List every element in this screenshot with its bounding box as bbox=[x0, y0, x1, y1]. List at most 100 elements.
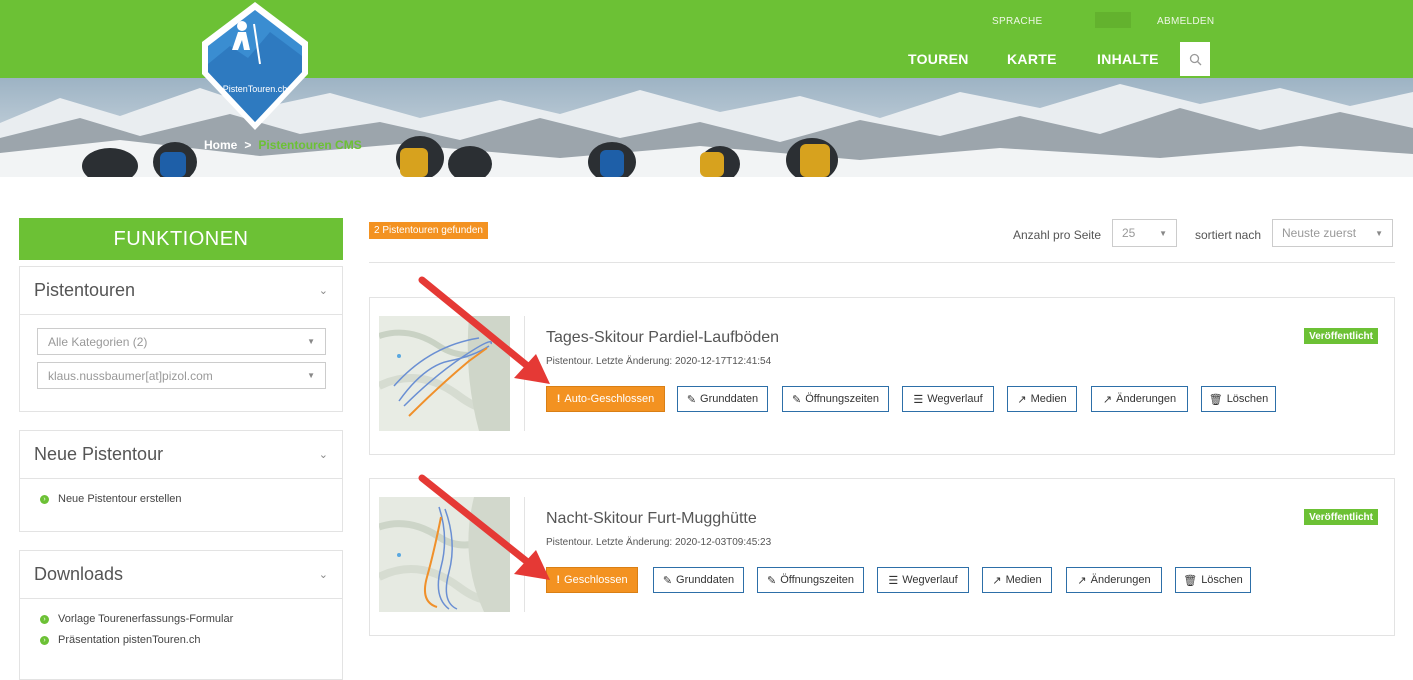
breadcrumb-home[interactable]: Home bbox=[204, 138, 237, 152]
chevron-down-icon: ⌄ bbox=[318, 285, 328, 297]
nav-inhalte[interactable]: INHALTE bbox=[1097, 51, 1159, 67]
annotation-arrow-icon bbox=[418, 276, 550, 384]
sort-select[interactable]: Neuste zuerst ▼ bbox=[1272, 219, 1393, 247]
oeffnungszeiten-button[interactable]: ✎ Öffnungszeiten bbox=[782, 386, 889, 412]
category-select[interactable]: Alle Kategorien (2) ▼ bbox=[37, 328, 326, 355]
external-link-icon: ↗ bbox=[992, 574, 1002, 587]
panel-neue-title: Neue Pistentour bbox=[34, 444, 164, 464]
loeschen-button[interactable]: 🗑 Löschen bbox=[1175, 567, 1251, 593]
pencil-icon: ✎ bbox=[662, 574, 673, 587]
wegverlauf-button[interactable]: ☰ Wegverlauf bbox=[902, 386, 994, 412]
tour-title[interactable]: Nacht-Skitour Furt-Mugghütte bbox=[546, 510, 757, 528]
language-selector[interactable] bbox=[1095, 12, 1131, 28]
pencil-icon: ✎ bbox=[686, 393, 697, 406]
caret-down-icon: ▼ bbox=[307, 371, 315, 380]
sort-label: sortiert nach bbox=[1195, 228, 1262, 242]
status-toggle-button[interactable]: ! Auto-Geschlossen bbox=[546, 386, 665, 412]
tour-meta: Pistentour. Letzte Änderung: 2020-12-03T… bbox=[546, 537, 772, 548]
trash-icon: 🗑 bbox=[1208, 393, 1223, 406]
button-label: Grunddaten bbox=[700, 393, 759, 405]
button-label: Wegverlauf bbox=[902, 574, 958, 586]
tour-meta: Pistentour. Letzte Änderung: 2020-12-17T… bbox=[546, 356, 772, 367]
external-link-icon: ↗ bbox=[1017, 393, 1027, 406]
wegverlauf-button[interactable]: ☰ Wegverlauf bbox=[877, 567, 969, 593]
logout-link[interactable]: ABMELDEN bbox=[1157, 16, 1214, 27]
arrow-circle-icon: › bbox=[40, 494, 49, 504]
button-label: Öffnungszeiten bbox=[780, 574, 854, 586]
chevron-down-icon: ⌄ bbox=[318, 569, 328, 581]
search-icon bbox=[1189, 53, 1201, 65]
link-neue-pistentour[interactable]: › Neue Pistentour erstellen bbox=[40, 493, 182, 505]
panel-pistentouren-title: Pistentouren bbox=[34, 280, 136, 300]
pencil-icon: ✎ bbox=[766, 574, 777, 587]
per-page-value: 25 bbox=[1122, 226, 1136, 240]
button-label: Änderungen bbox=[1116, 393, 1177, 405]
nav-karte[interactable]: KARTE bbox=[1007, 51, 1057, 67]
caret-down-icon: ▼ bbox=[1375, 228, 1383, 238]
pencil-icon: ✎ bbox=[791, 393, 802, 406]
user-select[interactable]: klaus.nussbaumer[at]pizol.com ▼ bbox=[37, 362, 326, 389]
annotation-arrow-icon bbox=[418, 474, 550, 580]
link-praesentation-label: Präsentation pistenTouren.ch bbox=[58, 634, 201, 646]
arrow-circle-icon: › bbox=[40, 614, 49, 624]
external-link-icon: ↗ bbox=[1102, 393, 1113, 406]
caret-down-icon: ▼ bbox=[1159, 228, 1167, 238]
button-label: Auto-Geschlossen bbox=[564, 393, 655, 405]
signpost-icon: ☰ bbox=[888, 574, 899, 587]
loeschen-button[interactable]: 🗑 Löschen bbox=[1201, 386, 1276, 412]
sort-value: Neuste zuerst bbox=[1282, 226, 1357, 240]
breadcrumb-current: Pistentouren CMS bbox=[258, 138, 362, 152]
tour-title[interactable]: Tages-Skitour Pardiel-Laufböden bbox=[546, 329, 779, 347]
divider bbox=[369, 262, 1395, 263]
button-label: Öffnungszeiten bbox=[805, 393, 879, 405]
grunddaten-button[interactable]: ✎ Grunddaten bbox=[653, 567, 744, 593]
status-badge: Veröffentlicht bbox=[1304, 509, 1378, 525]
link-neue-pistentour-label: Neue Pistentour erstellen bbox=[58, 493, 182, 505]
skier-icon bbox=[237, 21, 247, 31]
external-link-icon: ↗ bbox=[1077, 574, 1087, 587]
sidebar-title: FUNKTIONEN bbox=[19, 218, 343, 260]
link-vorlage-label: Vorlage Tourenerfassungs-Formular bbox=[58, 613, 234, 625]
panel-pistentouren-header[interactable]: Pistentouren ⌄ bbox=[20, 267, 342, 315]
button-label: Medien bbox=[1030, 393, 1067, 405]
breadcrumb: Home > Pistentouren CMS bbox=[204, 138, 362, 152]
logo-text: PistenTouren.ch bbox=[223, 84, 288, 94]
chevron-down-icon: ⌄ bbox=[318, 449, 328, 461]
breadcrumb-separator: > bbox=[244, 138, 252, 152]
button-label: Medien bbox=[1005, 574, 1042, 586]
medien-button[interactable]: ↗ Medien bbox=[1007, 386, 1077, 412]
per-page-label: Anzahl pro Seite bbox=[1013, 228, 1102, 242]
language-link[interactable]: SPRACHE bbox=[992, 16, 1042, 27]
results-count-badge: 2 Pistentouren gefunden bbox=[369, 222, 488, 239]
button-label: Grunddaten bbox=[676, 574, 735, 586]
exclamation-icon: ! bbox=[556, 393, 561, 405]
button-label: Geschlossen bbox=[564, 574, 628, 586]
arrow-circle-icon: › bbox=[40, 635, 49, 645]
trash-icon: 🗑 bbox=[1183, 574, 1198, 587]
button-label: Änderungen bbox=[1090, 574, 1151, 586]
panel-downloads-title: Downloads bbox=[34, 564, 124, 584]
signpost-icon: ☰ bbox=[913, 393, 924, 406]
category-select-value: Alle Kategorien (2) bbox=[48, 334, 148, 349]
search-button[interactable] bbox=[1180, 42, 1210, 76]
button-label: Wegverlauf bbox=[927, 393, 983, 405]
aenderungen-button[interactable]: ↗ Änderungen bbox=[1066, 567, 1162, 593]
caret-down-icon: ▼ bbox=[307, 337, 315, 346]
grunddaten-button[interactable]: ✎ Grunddaten bbox=[677, 386, 768, 412]
oeffnungszeiten-button[interactable]: ✎ Öffnungszeiten bbox=[757, 567, 864, 593]
per-page-select[interactable]: 25 ▼ bbox=[1112, 219, 1177, 247]
panel-neue-pistentour: Neue Pistentour ⌄ › Neue Pistentour erst… bbox=[19, 430, 343, 532]
panel-neue-header[interactable]: Neue Pistentour ⌄ bbox=[20, 431, 342, 479]
link-vorlage[interactable]: › Vorlage Tourenerfassungs-Formular bbox=[40, 613, 233, 625]
status-badge: Veröffentlicht bbox=[1304, 328, 1378, 344]
panel-downloads-header[interactable]: Downloads ⌄ bbox=[20, 551, 342, 599]
panel-downloads: Downloads ⌄ › Vorlage Tourenerfassungs-F… bbox=[19, 550, 343, 680]
site-logo[interactable]: PistenTouren.ch bbox=[200, 2, 310, 132]
user-select-value: klaus.nussbaumer[at]pizol.com bbox=[48, 368, 213, 383]
button-label: Löschen bbox=[1226, 393, 1269, 405]
link-praesentation[interactable]: › Präsentation pistenTouren.ch bbox=[40, 634, 200, 646]
panel-pistentouren: Pistentouren ⌄ Alle Kategorien (2) ▼ kla… bbox=[19, 266, 343, 412]
nav-touren[interactable]: TOUREN bbox=[908, 51, 969, 67]
medien-button[interactable]: ↗ Medien bbox=[982, 567, 1052, 593]
aenderungen-button[interactable]: ↗ Änderungen bbox=[1091, 386, 1188, 412]
